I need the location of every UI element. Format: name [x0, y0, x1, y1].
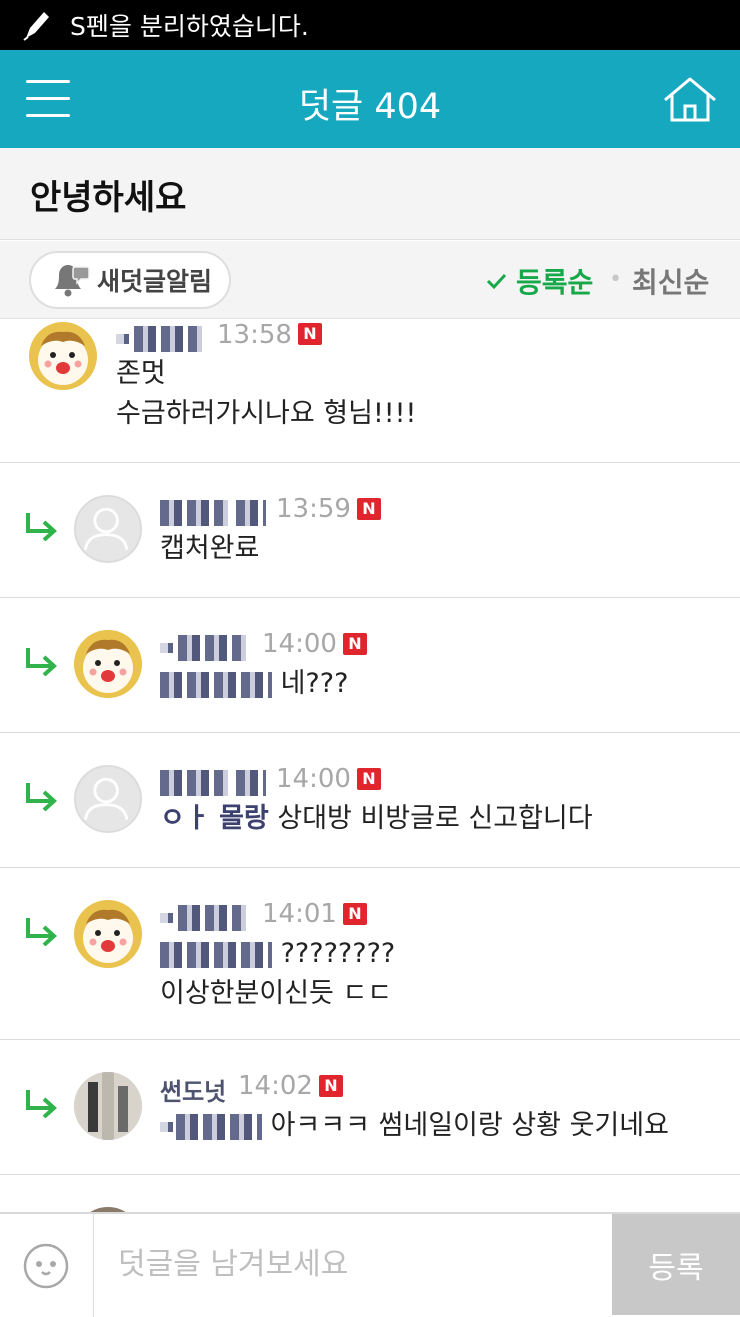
- reply-arrow-icon: [26, 648, 57, 676]
- comment-list[interactable]: 13:58 N 존멋 수금하러가시나요 형님!!!! 13:59 N 캡처완료: [0, 320, 740, 1212]
- comment-time: 14:00: [276, 764, 351, 794]
- comment-text: 캡처완료: [160, 529, 259, 569]
- emoticon-icon[interactable]: [22, 1242, 70, 1290]
- app-header: 덧글 404: [0, 50, 740, 148]
- comment-input[interactable]: [94, 1214, 612, 1315]
- post-title-bar: 안녕하세요: [0, 148, 740, 240]
- new-comment-alert-button[interactable]: 새덧글알림: [29, 251, 231, 309]
- comment-line: 존멋: [116, 358, 166, 389]
- comment-line: 수금하러가시나요 형님!!!!: [116, 398, 417, 429]
- comment-line: ????????: [280, 938, 396, 969]
- comment-line: 상대방 비방글로 신고합니다: [277, 803, 593, 834]
- status-message: S펜을 분리하였습니다.: [70, 12, 309, 41]
- comment-item: 13:59 N 캡처완료: [0, 463, 740, 598]
- nickname-hidden[interactable]: [160, 903, 246, 933]
- sort-separator: •: [609, 267, 622, 292]
- mention-hidden[interactable]: [160, 671, 272, 698]
- reply-arrow-icon: [26, 1090, 57, 1118]
- mention-hidden[interactable]: [176, 1113, 262, 1140]
- post-title: 안녕하세요: [30, 178, 187, 218]
- avatar[interactable]: [74, 1072, 142, 1140]
- home-icon[interactable]: [662, 76, 718, 124]
- check-icon: [486, 273, 507, 290]
- comment-text: 네???: [160, 664, 348, 704]
- comment-time: 13:58: [217, 320, 292, 350]
- sort-latest-button[interactable]: 최신순: [632, 261, 709, 301]
- comment-text: 존멋 수금하러가시나요 형님!!!!: [116, 354, 416, 434]
- sort-registered-label: 등록순: [516, 266, 594, 299]
- reply-arrow-icon: [26, 918, 57, 946]
- comment-text: ???????? 이상한분이신듯 ㄷㄷ: [160, 934, 395, 1014]
- new-badge: N: [319, 1075, 343, 1097]
- comment-line: 이상한분이신듯 ㄷㄷ: [160, 978, 393, 1009]
- pen-icon: [23, 12, 49, 41]
- reply-arrow-icon: [26, 513, 57, 541]
- nickname-hidden[interactable]: [160, 633, 246, 663]
- new-badge: N: [357, 768, 381, 790]
- new-badge: N: [357, 498, 381, 520]
- page-title: 덧글 404: [298, 87, 442, 127]
- comment-line: 아ㅋㅋㅋ 썸네일이랑 상황 웃기네요: [270, 1110, 669, 1141]
- comment-item: [0, 1175, 740, 1212]
- comment-time: 14:02: [238, 1071, 313, 1101]
- avatar[interactable]: [74, 495, 142, 563]
- status-bar: S펜을 분리하였습니다.: [0, 0, 740, 50]
- bell-icon: [55, 265, 90, 297]
- comment-toolbar: 새덧글알림 등록순 • 최신순: [0, 241, 740, 319]
- comment-item: 14:00 N ㅇㅏ 몰랑 상대방 비방글로 신고합니다: [0, 733, 740, 868]
- comment-item: 14:00 N 네???: [0, 598, 740, 733]
- new-comment-alert-label: 새덧글알림: [97, 267, 213, 296]
- avatar[interactable]: [29, 322, 97, 390]
- comment-item: 14:01 N ???????? 이상한분이신듯 ㄷㄷ: [0, 868, 740, 1040]
- comment-line: 네???: [280, 668, 349, 699]
- comment-text: 아ㅋㅋㅋ 썸네일이랑 상황 웃기네요: [160, 1106, 669, 1146]
- comment-line: 캡처완료: [160, 533, 260, 564]
- avatar[interactable]: [74, 900, 142, 968]
- nickname-hidden[interactable]: [116, 324, 202, 354]
- comment-time: 14:00: [262, 629, 337, 659]
- submit-button[interactable]: 등록: [612, 1214, 740, 1315]
- reply-arrow-icon: [26, 783, 57, 811]
- mention-link[interactable]: ㅇㅏ 몰랑: [160, 803, 269, 834]
- avatar[interactable]: [74, 765, 142, 833]
- comment-time: 14:01: [262, 899, 337, 929]
- new-badge: N: [343, 903, 367, 925]
- sort-registered-button[interactable]: 등록순: [484, 261, 593, 301]
- new-badge: N: [343, 633, 367, 655]
- new-badge: N: [298, 323, 322, 345]
- comment-time: 13:59: [276, 494, 351, 524]
- comment-item: 13:58 N 존멋 수금하러가시나요 형님!!!!: [0, 320, 740, 463]
- comment-item: 썬도넛 14:02 N 아ㅋㅋㅋ 썸네일이랑 상황 웃기네요: [0, 1040, 740, 1175]
- comment-text: ㅇㅏ 몰랑 상대방 비방글로 신고합니다: [160, 799, 593, 839]
- nickname-hidden[interactable]: [160, 768, 266, 798]
- nickname-hidden[interactable]: [160, 498, 266, 528]
- avatar[interactable]: [74, 630, 142, 698]
- mention-hidden[interactable]: [160, 941, 272, 968]
- nickname[interactable]: 썬도넛: [160, 1072, 226, 1106]
- comment-composer: 등록: [0, 1212, 740, 1317]
